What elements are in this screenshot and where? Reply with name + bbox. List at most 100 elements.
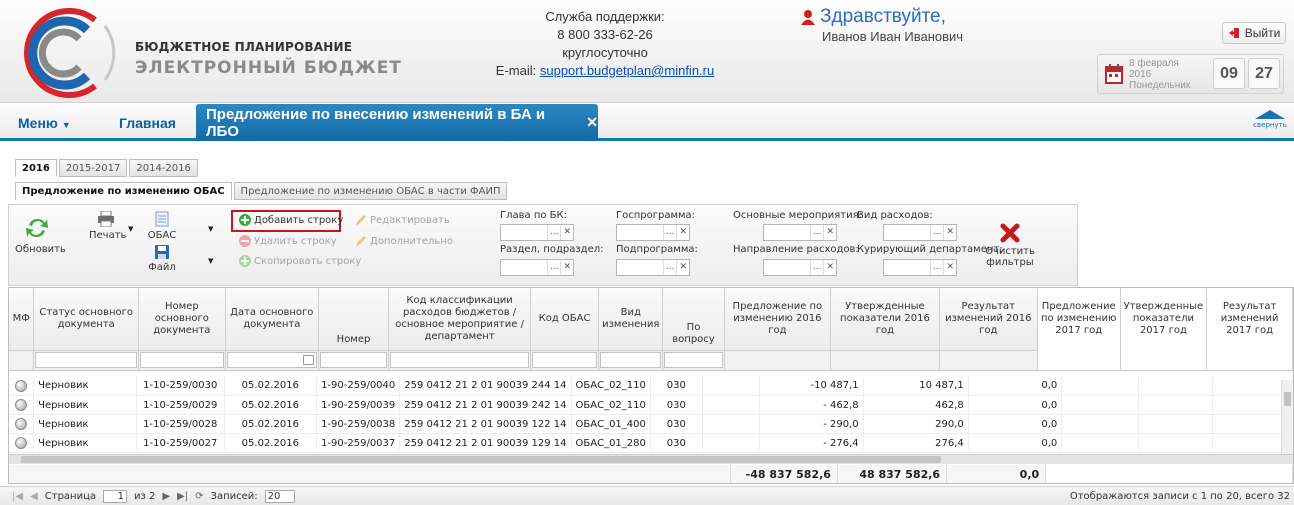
tab-obas-proposal[interactable]: Предложение по изменению ОБАС	[15, 182, 232, 200]
scrollbar-thumb[interactable]	[1284, 392, 1291, 406]
filter-obas-input[interactable]	[532, 352, 598, 368]
totals-spacer	[9, 465, 731, 483]
table-row[interactable]: Черновик 1-10-259/0028 05.02.2016 1-90-259/…	[9, 414, 1293, 434]
tab-budget-change-proposal[interactable]: Предложение по внесению изменений в БА и…	[196, 104, 598, 141]
filter-doc-date-input[interactable]	[226, 352, 317, 368]
filter-main-events-input[interactable]: ... ✕	[763, 224, 837, 241]
last-page-icon[interactable]: ▶|	[177, 491, 188, 502]
page-number-input[interactable]: 1	[103, 490, 128, 503]
edit-button[interactable]: Редактировать	[355, 214, 450, 226]
filter-podprog-input[interactable]: ... ✕	[616, 259, 690, 276]
print-button[interactable]: Печать	[89, 210, 126, 241]
print-dropdown-icon[interactable]: ▼	[128, 225, 133, 233]
add-row-button[interactable]: Добавить строку	[239, 214, 343, 226]
col-header-approved-2016[interactable]: Утвержденные показатели 2016 год	[830, 288, 940, 351]
close-icon[interactable]: ✕	[586, 114, 598, 131]
records-per-page-input[interactable]: 20	[264, 490, 295, 503]
col-header-question[interactable]: По вопросу	[662, 288, 725, 351]
clear-icon[interactable]: ✕	[676, 260, 689, 275]
cell-doc-number: 1-10-259/0030	[136, 376, 225, 396]
col-header-proposal-2017[interactable]: Предложение по изменению 2017 год	[1037, 288, 1121, 350]
refresh-icon	[26, 218, 48, 238]
filter-number-input[interactable]	[319, 352, 388, 368]
file-button[interactable]: Файл	[145, 245, 179, 273]
obas-dropdown-icon[interactable]: ▼	[208, 225, 213, 233]
clear-icon[interactable]: ✕	[560, 225, 573, 240]
ellipsis-icon[interactable]: ...	[929, 225, 944, 240]
col-header-result-2016[interactable]: Результат изменений 2016 год	[939, 288, 1038, 351]
clear-icon[interactable]: ✕	[823, 225, 836, 240]
filter-razdel-input[interactable]: ... ✕	[500, 259, 574, 276]
clear-icon[interactable]: ✕	[943, 260, 956, 275]
ellipsis-icon[interactable]: ...	[546, 260, 561, 275]
tab-year-2016[interactable]: 2016	[15, 159, 57, 177]
clear-icon[interactable]: ✕	[676, 225, 689, 240]
ellipsis-icon[interactable]: ...	[662, 225, 677, 240]
filter-doc-number-input[interactable]	[140, 352, 224, 368]
cell-approved-2017	[1138, 395, 1213, 415]
filter-code-input[interactable]	[390, 352, 530, 368]
calendar-picker-icon[interactable]	[302, 355, 314, 365]
obas-button[interactable]: ОБАС	[145, 211, 179, 241]
filter-glava-input[interactable]: ... ✕	[500, 224, 574, 241]
table-row[interactable]: Черновик 1-10-259/0027 05.02.2016 1-90-259/…	[9, 433, 1293, 453]
tab-year-2015-2017[interactable]: 2015-2017	[58, 159, 128, 177]
copy-row-button[interactable]: Скопировать строку	[239, 255, 361, 267]
clear-icon[interactable]: ✕	[943, 225, 956, 240]
col-header-number[interactable]: Номер	[318, 288, 390, 351]
ellipsis-icon[interactable]: ...	[929, 260, 944, 275]
ellipsis-icon[interactable]: ...	[662, 260, 677, 275]
col-header-obas[interactable]: Код ОБАС	[530, 288, 600, 351]
extra-button[interactable]: Дополнительно	[355, 235, 453, 247]
clear-filters-button[interactable]: Очистить фильтры	[981, 223, 1039, 268]
collapse-button[interactable]: свернуть	[1250, 109, 1290, 137]
menu-button[interactable]: Меню ▼	[18, 115, 71, 131]
col-header-doc-number[interactable]: Номер основного документа	[138, 288, 226, 351]
support-email-link[interactable]: support.budgetplan@minfin.ru	[540, 63, 714, 78]
ellipsis-icon[interactable]: ...	[809, 260, 824, 275]
filter-change-type-input[interactable]	[600, 352, 662, 368]
first-page-icon[interactable]: |◀	[12, 491, 23, 502]
nav-home-link[interactable]: Главная	[119, 115, 176, 131]
clear-icon[interactable]: ✕	[823, 260, 836, 275]
col-header-approved-2017[interactable]: Утвержденные показатели 2017 год	[1120, 288, 1208, 350]
vertical-scrollbar[interactable]	[1281, 380, 1293, 454]
horizontal-scrollbar[interactable]	[9, 454, 1293, 464]
records-label: Записей:	[210, 491, 258, 502]
logout-button[interactable]: Выйти	[1222, 22, 1286, 44]
ellipsis-icon[interactable]: ...	[809, 225, 824, 240]
cell-doc-date: 05.02.2016	[224, 395, 318, 415]
tab-year-2014-2016[interactable]: 2014-2016	[129, 159, 198, 177]
table-row[interactable]: Черновик 1-10-259/0030 05.02.2016 1-90-259/…	[9, 376, 1293, 396]
data-grid: МФ Статус основного документа Номер осно…	[8, 287, 1294, 484]
cell-proposal-2017	[1061, 395, 1139, 415]
filter-status-input[interactable]	[35, 352, 137, 368]
filter-direction-input[interactable]: ... ✕	[763, 259, 837, 276]
filter-expense-type-input[interactable]: ... ✕	[883, 224, 957, 241]
col-header-change-type[interactable]: Вид изменения	[598, 288, 664, 351]
file-dropdown-icon[interactable]: ▼	[208, 257, 213, 265]
cell-status: Черновик	[33, 414, 137, 434]
filter-gosprog-input[interactable]: ... ✕	[616, 224, 690, 241]
prev-page-icon[interactable]: ◀	[30, 491, 38, 502]
col-header-proposal-2016[interactable]: Предложение по изменению 2016 год	[724, 288, 832, 351]
filter-question-input[interactable]	[664, 352, 723, 368]
scrollbar-thumb[interactable]	[21, 456, 941, 463]
col-header-doc-date[interactable]: Дата основного документа	[225, 288, 319, 351]
next-page-icon[interactable]: ▶	[162, 491, 170, 502]
refresh-page-icon[interactable]: ⟳	[195, 491, 203, 502]
col-header-status[interactable]: Статус основного документа	[33, 288, 139, 351]
delete-row-button[interactable]: Удалить строку	[239, 235, 337, 247]
col-header-result-2017[interactable]: Результат изменений 2017 год	[1206, 288, 1293, 350]
col-header-mf[interactable]: МФ	[9, 288, 35, 351]
col-header-code[interactable]: Код классификации расходов бюджетов / ос…	[388, 288, 532, 351]
tab-obas-faip-proposal[interactable]: Предложение по изменению ОБАС в части ФА…	[233, 182, 508, 200]
pager: |◀ ◀ Страница 1 из 2 ▶ ▶| ⟳ Записей: 20 …	[0, 486, 1294, 505]
menu-label: Меню	[18, 115, 58, 131]
filter-department-input[interactable]: ... ✕	[883, 259, 957, 276]
refresh-button[interactable]: Обновить	[15, 215, 66, 255]
clear-icon[interactable]: ✕	[560, 260, 573, 275]
ellipsis-icon[interactable]: ...	[546, 225, 561, 240]
table-row[interactable]: Черновик 1-10-259/0029 05.02.2016 1-90-259/…	[9, 395, 1293, 415]
cell-number: 1-90-259/0037	[316, 433, 401, 453]
